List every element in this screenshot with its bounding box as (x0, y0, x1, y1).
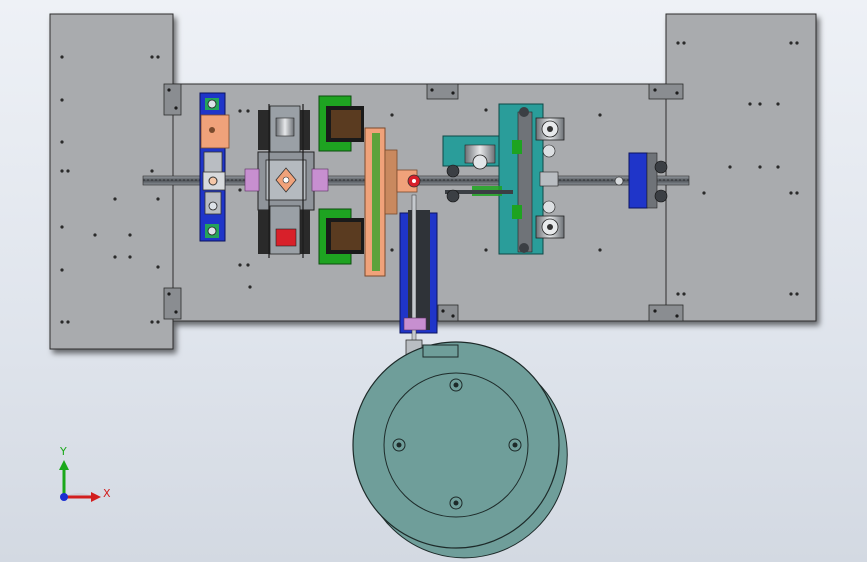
y-axis-arrow (59, 460, 69, 470)
left-lift-assembly (199, 92, 230, 242)
feed-chute (399, 194, 438, 359)
x-axis-arrow (91, 492, 101, 502)
z-axis-dot (60, 493, 68, 501)
bowl-feeder (352, 341, 568, 559)
x-axis-label: X (103, 487, 111, 500)
right-wing-plate (665, 13, 817, 322)
y-axis-label: Y (59, 445, 67, 458)
xyz-axis-triad-icon: Y X (59, 445, 111, 502)
cad-viewport[interactable]: Y X (0, 0, 867, 562)
